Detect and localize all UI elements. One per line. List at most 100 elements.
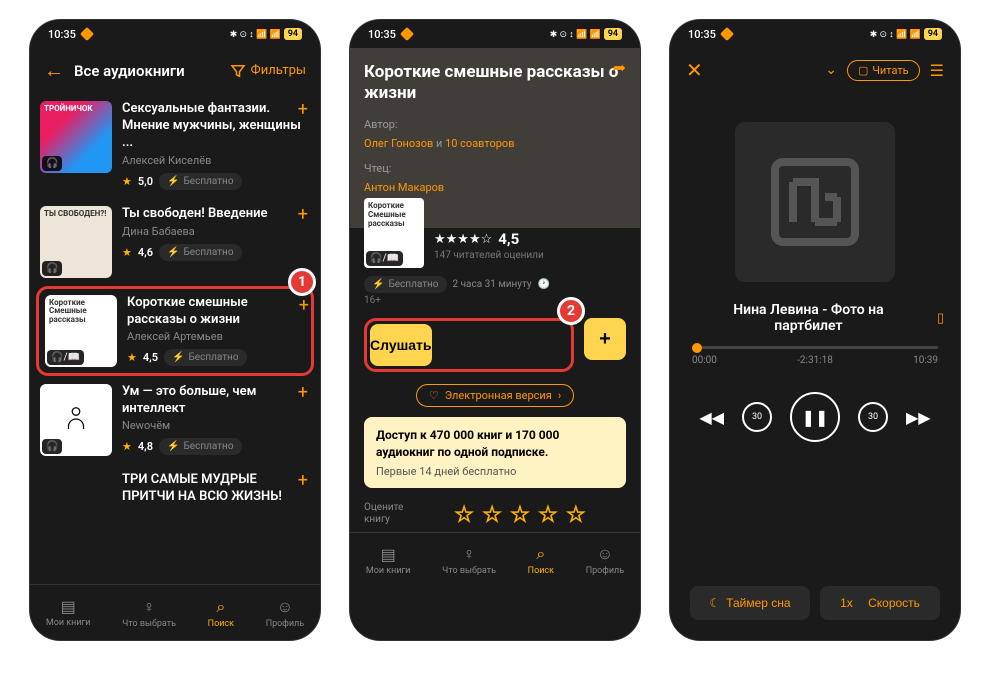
bookmark-icon[interactable]: ▯	[937, 311, 944, 326]
star-icon: ★	[122, 175, 132, 188]
list-header: ← Все аудиокниги Фильтры	[30, 48, 320, 93]
step-badge-1: 1	[288, 268, 316, 296]
nav-discover[interactable]: ♀Что выбрать	[122, 597, 176, 629]
listen-button[interactable]: Слушать	[370, 324, 432, 366]
status-icon	[80, 27, 94, 41]
coauthors-link[interactable]: 10 соавторов	[445, 137, 514, 150]
sleep-timer-button[interactable]: ☾Таймер сна	[690, 586, 810, 620]
step-badge-2: 2	[557, 297, 585, 325]
status-time: 10:35	[48, 28, 76, 41]
list-item-highlighted[interactable]: Короткие Смешные рассказы🎧/📖 Короткие см…	[36, 286, 314, 376]
seek-handle[interactable]	[692, 343, 702, 353]
nav-my-books[interactable]: ▤Мои книги	[366, 545, 411, 576]
screen-2-book-detail: 10:35 ✱ ⊙ ↕ 📶 📶 94 ➦ Короткие смешные ра…	[350, 20, 640, 640]
book-icon: ▢	[858, 64, 868, 77]
time-total: 10:39	[913, 355, 938, 366]
add-button[interactable]: +	[299, 295, 309, 316]
close-icon[interactable]: ✕	[686, 58, 703, 82]
nav-search[interactable]: ⌕Поиск	[208, 597, 234, 629]
rewind-30-button[interactable]: 30	[742, 402, 772, 432]
list-item[interactable]: ТРИ САМЫЕ МУДРЫЕ ПРИТЧИ НА ВСЮ ЖИЗНЬ! +	[40, 464, 310, 552]
list-item[interactable]: ТРОЙНИЧОК🎧 Сексуальные фантазии. Мнение …	[40, 93, 310, 198]
back-icon[interactable]: ←	[44, 58, 64, 83]
book-cover-small[interactable]: Короткие Смешные рассказы🎧/📖	[364, 198, 424, 268]
nav-profile[interactable]: ☺Профиль	[586, 544, 624, 576]
pause-button[interactable]: ❚❚	[790, 392, 840, 442]
logo-placeholder-icon	[765, 152, 865, 252]
book-title: Сексуальные фантазии. Мнение мужчины, же…	[122, 101, 310, 152]
book-cover[interactable]	[40, 472, 112, 544]
book-cover[interactable]: ТРОЙНИЧОК🎧	[40, 101, 112, 173]
headphones-icon: 🎧	[42, 156, 62, 171]
read-mode-chip[interactable]: ▢Читать	[847, 60, 920, 81]
status-icon	[400, 27, 414, 41]
book-cover[interactable]: 🎧	[40, 384, 112, 456]
free-tag: ⚡Бесплатно	[159, 173, 242, 190]
headphones-icon: 🎧	[42, 261, 62, 276]
star-icon: ★	[122, 440, 132, 453]
nav-profile[interactable]: ☺Профиль	[266, 597, 304, 629]
add-button[interactable]: +	[298, 470, 308, 491]
electronic-version-chip[interactable]: ♡Электронная версия›	[416, 384, 574, 407]
share-icon[interactable]: ➦	[613, 58, 626, 77]
speed-button[interactable]: 1x Скорость	[820, 586, 940, 620]
clock-icon: 🕐	[538, 279, 550, 290]
player-bottom-row: ☾Таймер сна 1x Скорость	[670, 562, 960, 640]
add-button[interactable]: +	[298, 204, 308, 225]
heart-icon: ♡	[429, 389, 439, 402]
rating-stars-input[interactable]: ★★★★★	[414, 502, 626, 526]
books-icon: ▤	[61, 597, 76, 616]
screen-1-audiobook-list: 10:35 ✱ ⊙ ↕ 📶 📶 94 ← Все аудиокниги Филь…	[30, 20, 320, 640]
author-link[interactable]: Олег Гонозов	[364, 137, 433, 150]
next-track-icon[interactable]: ▶▶	[906, 408, 931, 427]
star-icon: ★	[127, 351, 137, 364]
book-title: Короткие смешные рассказы о жизни	[127, 295, 305, 329]
book-author: Newочём	[122, 419, 310, 432]
filter-button[interactable]: Фильтры	[229, 62, 306, 80]
book-author: Дина Бабаева	[122, 225, 310, 238]
list-item[interactable]: ТЫ СВОБОДЕН?!🎧 Ты свободен! Введение Дин…	[40, 198, 310, 286]
book-title: Короткие смешные рассказы о жизни	[364, 62, 626, 105]
nav-discover[interactable]: ♀Что выбрать	[442, 544, 496, 576]
search-icon: ⌕	[216, 597, 225, 617]
bottom-nav: ▤Мои книги ♀Что выбрать ⌕Поиск ☺Профиль	[30, 584, 320, 640]
reader-link[interactable]: Антон Макаров	[364, 181, 444, 194]
bottom-nav: ▤Мои книги ♀Что выбрать ⌕Поиск ☺Профиль	[350, 532, 640, 588]
album-artwork	[735, 122, 895, 282]
headphones-icon: 🎧	[42, 439, 62, 454]
free-tag: ⚡Бесплатно	[159, 244, 242, 261]
book-author: Алексей Киселёв	[122, 154, 310, 167]
free-tag: ⚡Бесплатно	[364, 276, 447, 293]
screen-3-player: 10:35 ✱ ⊙ ↕ 📶 📶 94 ✕ ⌄ ▢Читать ☰ Нина Ле…	[670, 20, 960, 640]
add-to-library-button[interactable]: +	[584, 318, 626, 360]
add-button[interactable]: +	[298, 382, 308, 403]
rate-book-row: Оцените книгу ★★★★★	[364, 498, 626, 532]
rating-display: ★★★★☆ 4,5	[434, 230, 626, 248]
player-top-bar: ✕ ⌄ ▢Читать ☰	[670, 48, 960, 92]
book-cover[interactable]: ТЫ СВОБОДЕН?!🎧	[40, 206, 112, 278]
book-cover[interactable]: Короткие Смешные рассказы🎧/📖	[45, 295, 117, 367]
list-item[interactable]: 🎧 Ум — это больше, чем интеллект Newочём…	[40, 376, 310, 464]
seek-bar[interactable]	[692, 346, 938, 349]
status-time: 10:35	[688, 28, 716, 41]
add-button[interactable]: +	[298, 99, 308, 120]
status-indicators: ✱ ⊙ ↕ 📶 📶 94	[870, 28, 942, 40]
status-icon	[720, 27, 734, 41]
nav-search[interactable]: ⌕Поиск	[528, 544, 554, 576]
moon-icon: ☾	[709, 596, 720, 610]
book-list[interactable]: ТРОЙНИЧОК🎧 Сексуальные фантазии. Мнение …	[30, 93, 320, 584]
status-indicators: ✱ ⊙ ↕ 📶 📶 94	[230, 28, 302, 40]
chevron-down-icon[interactable]: ⌄	[825, 62, 837, 78]
headphones-book-icon: 🎧/📖	[47, 350, 84, 365]
page-title: Все аудиокниги	[74, 62, 219, 80]
star-icon: ★	[122, 246, 132, 259]
forward-30-button[interactable]: 30	[858, 402, 888, 432]
nav-my-books[interactable]: ▤Мои книги	[46, 597, 91, 628]
previous-track-icon[interactable]: ◀◀	[699, 408, 724, 427]
books-icon: ▤	[381, 545, 396, 564]
status-indicators: ✱ ⊙ ↕ 📶 📶 94	[550, 28, 622, 40]
free-tag: ⚡Бесплатно	[164, 349, 247, 366]
status-bar: 10:35 ✱ ⊙ ↕ 📶 📶 94	[30, 20, 320, 48]
subscription-banner[interactable]: Доступ к 470 000 книг и 170 000 аудиокни…	[364, 417, 626, 488]
list-icon[interactable]: ☰	[930, 61, 944, 80]
